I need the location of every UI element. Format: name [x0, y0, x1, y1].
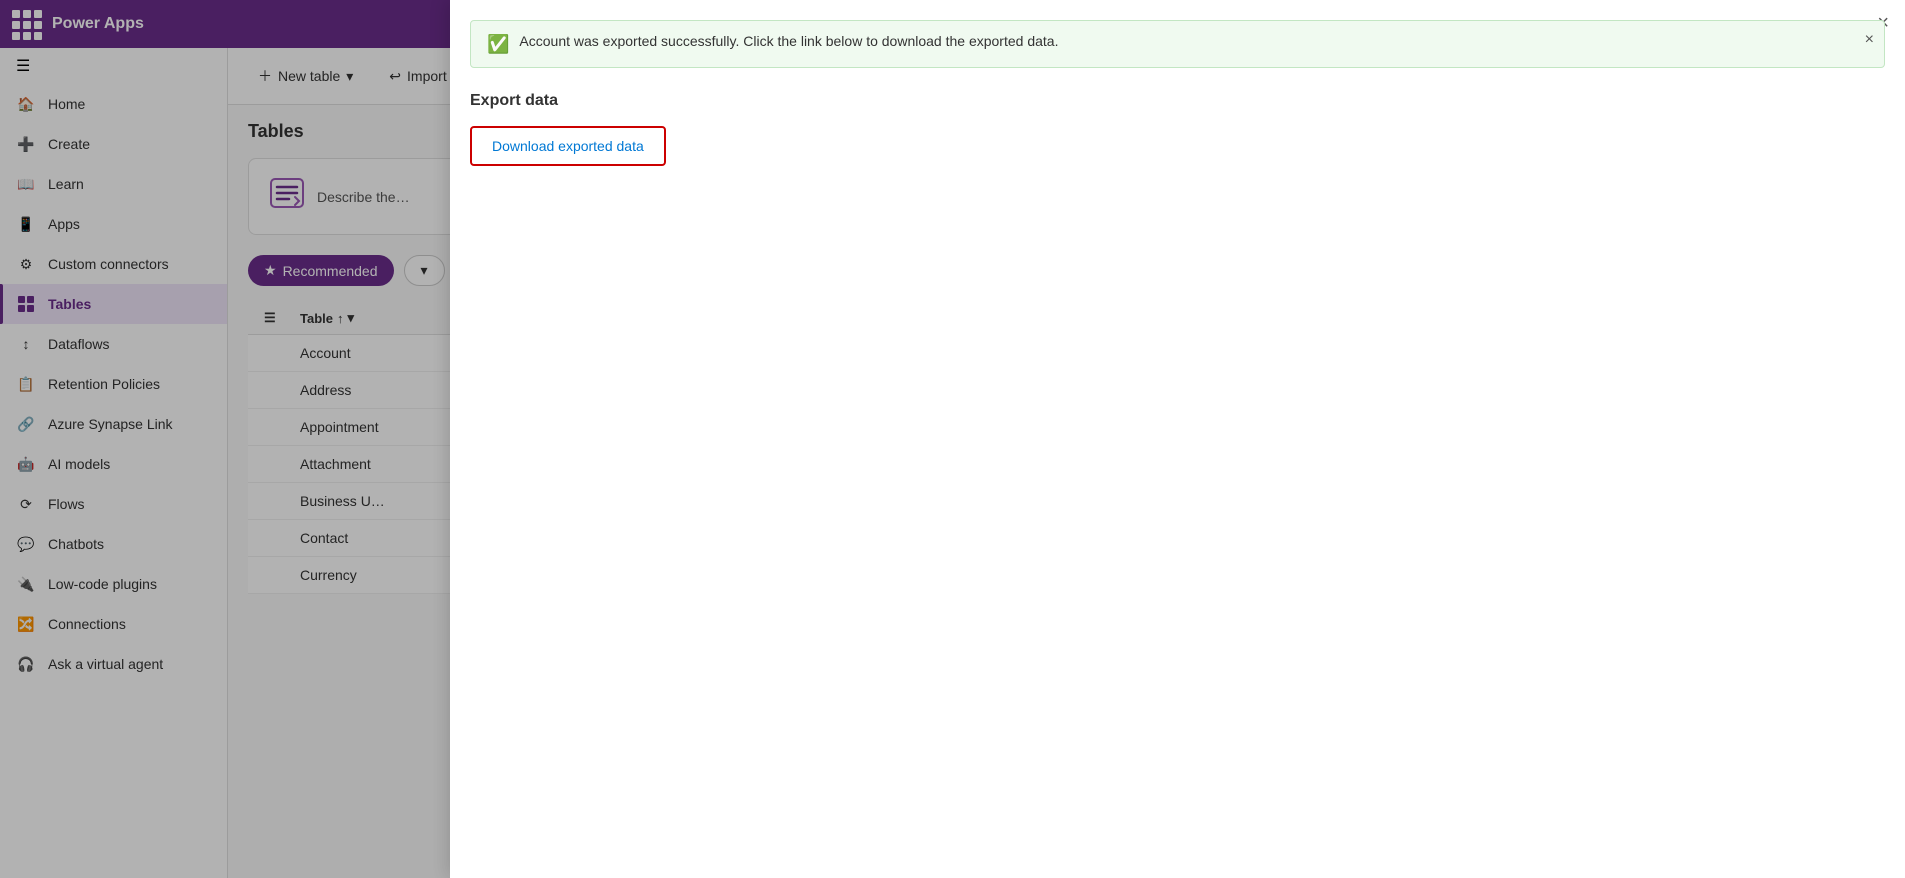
export-title: Export data	[470, 92, 1885, 110]
notification-text: Account was exported successfully. Click…	[519, 33, 1868, 49]
success-notification: ✅ Account was exported successfully. Cli…	[470, 20, 1885, 68]
download-exported-data-button[interactable]: Download exported data	[470, 126, 666, 166]
export-section: Export data Download exported data	[450, 68, 1905, 190]
success-icon: ✅	[487, 34, 509, 55]
notification-close-button[interactable]: ×	[1865, 31, 1874, 49]
download-label: Download exported data	[492, 138, 644, 154]
export-panel: × ✅ Account was exported successfully. C…	[450, 0, 1905, 878]
